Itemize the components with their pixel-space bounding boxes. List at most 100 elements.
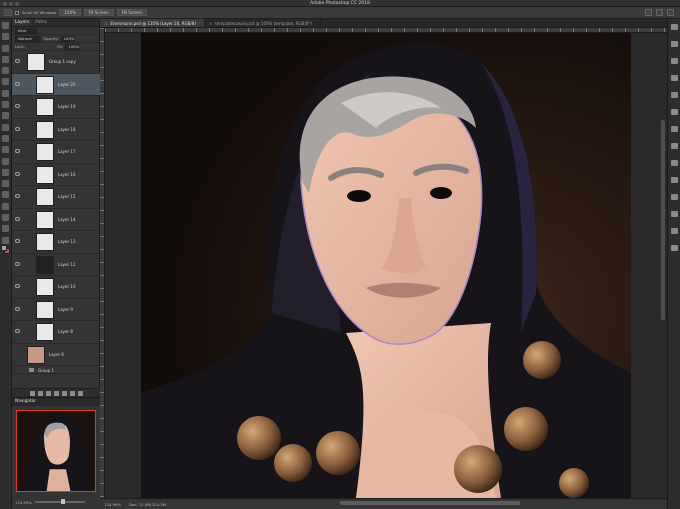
navigator-zoom-value[interactable]: 134.99% (15, 500, 32, 505)
trash-icon[interactable] (77, 390, 83, 396)
paragraph-panel-icon[interactable] (670, 177, 678, 183)
group-copy-row[interactable]: Group 1 copy (12, 51, 100, 74)
layer-row-10[interactable]: Layer 10 (12, 276, 100, 299)
shape-tool-icon[interactable] (2, 214, 9, 222)
close-window-icon[interactable] (3, 1, 7, 6)
visibility-eye-icon[interactable] (15, 216, 20, 221)
character-panel-icon[interactable] (670, 160, 678, 166)
gradient-tool-icon[interactable] (2, 146, 9, 154)
layer-row-9[interactable]: Layer 9 (12, 299, 100, 321)
visibility-eye-icon[interactable] (15, 59, 20, 63)
history-brush-tool-icon[interactable] (2, 123, 9, 131)
link-layers-icon[interactable] (29, 390, 35, 396)
fit-screen-button[interactable]: Fit Screen (83, 9, 114, 16)
color-panel-icon[interactable] (670, 41, 678, 47)
layer-row-12[interactable]: Layer 12 (12, 254, 100, 276)
share-icon[interactable] (667, 9, 674, 16)
visibility-eye-icon[interactable] (15, 126, 20, 131)
dodge-tool-icon[interactable] (2, 168, 9, 176)
swatches-panel-icon[interactable] (670, 58, 678, 64)
styles-panel-icon[interactable] (670, 126, 678, 132)
visibility-eye-icon[interactable] (15, 81, 20, 86)
brush-tool-icon[interactable] (2, 101, 9, 109)
zoom-slider[interactable] (34, 499, 85, 505)
quick-selection-tool-icon[interactable] (2, 55, 9, 63)
adjustment-layer-icon[interactable] (53, 390, 59, 396)
search-icon[interactable] (645, 9, 652, 16)
color-swatches[interactable] (1, 245, 11, 255)
layer-style-icon[interactable] (37, 390, 43, 396)
layer-row-14[interactable]: Layer 14 (12, 209, 100, 231)
visibility-eye-icon[interactable] (15, 239, 20, 243)
doc-tab-template[interactable]: × templatekawaii.psd @ 100% (template, RG… (205, 19, 321, 27)
layer-row-19[interactable]: Layer 19 (12, 96, 100, 119)
hand-tool-preset-icon[interactable] (4, 9, 12, 16)
new-group-icon[interactable] (61, 390, 67, 396)
scroll-all-windows-checkbox[interactable] (15, 10, 19, 15)
brushes-panel-icon[interactable] (670, 143, 678, 149)
zoom-tool-icon[interactable] (2, 236, 9, 244)
new-layer-icon[interactable] (69, 390, 75, 396)
channels-panel-icon[interactable] (670, 194, 678, 200)
visibility-eye-icon[interactable] (15, 149, 20, 153)
doc-tab-eisenmann[interactable]: × Eisenmann.psd @ 135% (Layer 20, RGB/8) (100, 19, 205, 27)
layer-row-16[interactable]: Layer 16 (12, 164, 100, 186)
close-tab-icon[interactable]: × (209, 21, 212, 26)
visibility-eye-icon[interactable] (15, 194, 20, 198)
layer-row-13[interactable]: Layer 13 (12, 231, 100, 254)
timeline-panel-icon[interactable] (670, 245, 678, 251)
visibility-eye-icon[interactable] (15, 171, 20, 176)
layer-row-15[interactable]: Layer 15 (12, 186, 100, 209)
zoom-100-button[interactable]: 100% (59, 9, 81, 16)
add-mask-icon[interactable] (45, 390, 51, 396)
eraser-tool-icon[interactable] (2, 134, 9, 142)
fill-field[interactable]: 100% (65, 43, 80, 50)
close-tab-icon[interactable]: × (104, 21, 107, 26)
crop-tool-icon[interactable] (2, 67, 9, 75)
visibility-eye-icon[interactable] (15, 329, 20, 333)
type-tool-icon[interactable] (2, 191, 9, 199)
history-panel-icon[interactable] (670, 24, 678, 30)
foreground-color-swatch[interactable] (1, 245, 7, 251)
tab-layers[interactable]: Layers (12, 19, 33, 26)
hand-tool-icon[interactable] (2, 225, 9, 233)
visibility-eye-icon[interactable] (15, 306, 20, 311)
tab-paths[interactable]: Paths (32, 19, 50, 26)
status-zoom[interactable]: 134.99% (104, 502, 121, 507)
path-selection-tool-icon[interactable] (2, 202, 9, 210)
healing-brush-tool-icon[interactable] (2, 89, 9, 97)
pen-tool-icon[interactable] (2, 180, 9, 188)
libraries-panel-icon[interactable] (670, 75, 678, 81)
layer-row-6[interactable]: Layer 6 (12, 344, 100, 366)
layer-row-18[interactable]: Layer 18 (12, 119, 100, 141)
canvas-workspace[interactable] (105, 33, 667, 498)
eyedropper-tool-icon[interactable] (2, 78, 9, 86)
layer-row-17[interactable]: Layer 17 (12, 141, 100, 164)
blur-tool-icon[interactable] (2, 157, 9, 165)
fill-screen-button[interactable]: Fill Screen (116, 9, 148, 16)
visibility-eye-icon[interactable] (15, 104, 20, 108)
layer-row-8[interactable]: Layer 8 (12, 321, 100, 344)
marquee-tool-icon[interactable] (2, 33, 9, 41)
lasso-tool-icon[interactable] (2, 44, 9, 52)
workspace-switcher-icon[interactable] (656, 9, 663, 16)
adjustments-panel-icon[interactable] (670, 92, 678, 98)
clone-stamp-tool-icon[interactable] (2, 112, 9, 120)
document-canvas[interactable] (141, 33, 631, 498)
actions-panel-icon[interactable] (670, 211, 678, 217)
group-row[interactable]: Group 1 (12, 366, 100, 374)
zoom-window-icon[interactable] (15, 1, 19, 6)
horizontal-scrollbar[interactable] (340, 501, 520, 505)
move-tool-icon[interactable] (2, 22, 9, 29)
visibility-eye-icon[interactable] (15, 261, 20, 266)
blend-mode-dropdown[interactable]: Normal (15, 35, 41, 42)
info-panel-icon[interactable] (670, 228, 678, 234)
kind-filter-dropdown[interactable]: Kind (15, 27, 37, 34)
zoom-slider-knob[interactable] (60, 499, 65, 505)
properties-panel-icon[interactable] (670, 109, 678, 115)
layer-row-20[interactable]: Layer 20 (12, 73, 100, 96)
opacity-field[interactable]: 100% (60, 35, 75, 42)
navigator-preview[interactable] (16, 410, 96, 492)
vertical-scrollbar[interactable] (661, 120, 665, 320)
minimize-window-icon[interactable] (9, 1, 13, 6)
